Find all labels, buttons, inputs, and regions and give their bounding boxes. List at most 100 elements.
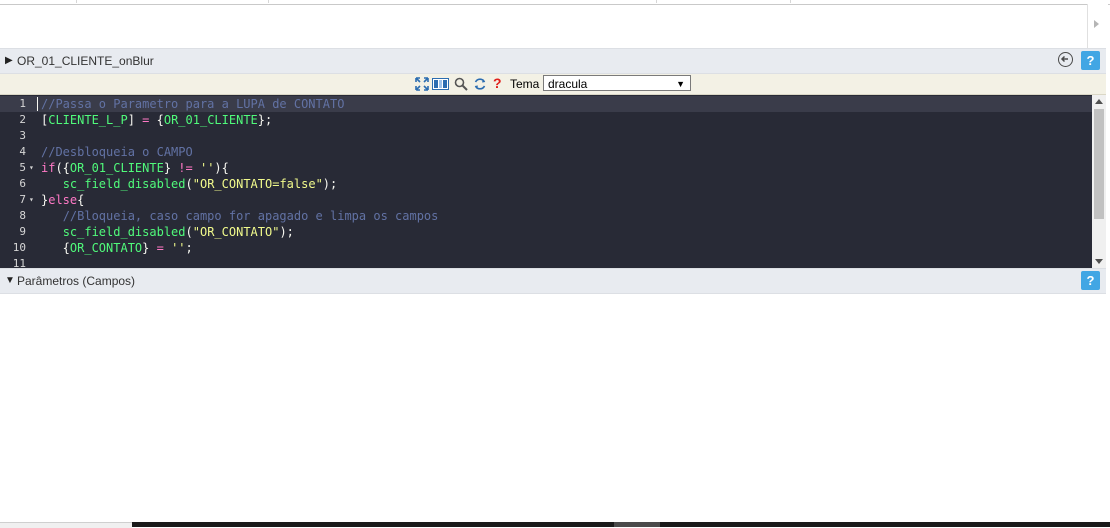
search-icon[interactable] bbox=[454, 77, 468, 91]
line-number: 4 bbox=[19, 145, 26, 158]
code-token: ({ bbox=[55, 161, 70, 175]
expand-triangle-icon: ▶ bbox=[5, 55, 13, 66]
code-token: CLIENTE_L_P bbox=[48, 113, 128, 127]
code-token: ); bbox=[279, 225, 294, 239]
chevron-right-icon bbox=[1094, 20, 1099, 28]
line-number: 1 bbox=[19, 97, 26, 110]
code-token: if bbox=[41, 161, 56, 175]
scroll-thumb[interactable] bbox=[1094, 109, 1104, 219]
scroll-down-arrow-icon[interactable] bbox=[1095, 259, 1103, 264]
event-section-header[interactable]: ▶ OR_01_CLIENTE_onBlur ? bbox=[0, 48, 1106, 74]
code-token: != bbox=[178, 161, 193, 175]
code-token: ( bbox=[185, 225, 193, 239]
code-text: //Passa o Parametro para a LUPA de CONTA… bbox=[41, 96, 344, 112]
back-button[interactable] bbox=[1058, 52, 1073, 67]
code-token: //Bloqueia, caso campo for apagado e lim… bbox=[62, 209, 439, 223]
bottom-left-strip bbox=[0, 522, 132, 528]
line-number: 3 bbox=[19, 129, 26, 142]
code-line[interactable]: 11 bbox=[0, 256, 1092, 268]
code-text: if({OR_01_CLIENTE} != ''){ bbox=[41, 160, 229, 176]
code-token: OR_01_CLIENTE bbox=[69, 161, 164, 175]
event-title: OR_01_CLIENTE_onBlur bbox=[17, 54, 154, 68]
help-icon[interactable]: ? bbox=[493, 75, 502, 91]
code-text: //Bloqueia, caso campo for apagado e lim… bbox=[41, 208, 439, 224]
code-line[interactable]: 7 ▾ }else{ bbox=[0, 192, 1092, 208]
code-editor[interactable]: 1 //Passa o Parametro para a LUPA de CONT… bbox=[0, 95, 1092, 268]
params-section-header[interactable]: ▼ Parâmetros (Campos) ? bbox=[0, 268, 1106, 294]
line-number: 6 bbox=[19, 177, 26, 190]
params-help-button[interactable]: ? bbox=[1081, 271, 1100, 290]
top-tab-strip bbox=[0, 0, 1110, 5]
code-line[interactable]: 9 sc_field_disabled("OR_CONTATO"); bbox=[0, 224, 1092, 240]
code-token: sc_field_disabled bbox=[62, 177, 186, 191]
code-token: ( bbox=[185, 177, 193, 191]
line-number: 5 bbox=[19, 161, 26, 174]
code-text: [CLIENTE_L_P] = {OR_01_CLIENTE}; bbox=[41, 112, 272, 128]
refresh-icon[interactable] bbox=[473, 77, 487, 91]
code-line[interactable]: 2 [CLIENTE_L_P] = {OR_01_CLIENTE}; bbox=[0, 112, 1092, 128]
columns-icon[interactable] bbox=[432, 77, 449, 91]
fold-arrow-icon[interactable]: ▾ bbox=[29, 192, 34, 208]
fullscreen-icon[interactable] bbox=[415, 77, 429, 91]
theme-select-value: dracula bbox=[548, 77, 588, 91]
code-line[interactable]: 5 ▾ if({OR_01_CLIENTE} != ''){ bbox=[0, 160, 1092, 176]
line-number: 9 bbox=[19, 225, 26, 238]
code-token: OR_CONTATO bbox=[69, 241, 143, 255]
line-number: 8 bbox=[19, 209, 26, 222]
collapse-triangle-icon: ▼ bbox=[5, 275, 15, 286]
code-text: }else{ bbox=[41, 192, 84, 208]
line-number: 2 bbox=[19, 113, 26, 126]
code-token: }; bbox=[257, 113, 273, 127]
code-text: {OR_CONTATO} = ''; bbox=[41, 240, 193, 256]
chevron-down-icon: ▼ bbox=[676, 79, 685, 89]
code-token: sc_field_disabled bbox=[62, 225, 186, 239]
taskbar-edge bbox=[132, 522, 1110, 527]
circle-arrow-left-icon bbox=[1060, 55, 1068, 63]
editor-toolbar: ? Tema dracula ▼ bbox=[0, 74, 1106, 95]
code-token: ); bbox=[322, 177, 338, 191]
code-token: } bbox=[142, 241, 157, 255]
taskbar-active-segment bbox=[614, 522, 660, 527]
code-line[interactable]: 10 {OR_CONTATO} = ''; bbox=[0, 240, 1092, 256]
line-number: 10 bbox=[12, 241, 26, 254]
code-token: //Desbloqueia o CAMPO bbox=[41, 145, 193, 159]
code-token: { bbox=[77, 193, 85, 207]
code-token: OR_01_CLIENTE bbox=[163, 113, 258, 127]
code-text: sc_field_disabled("OR_CONTATO=false"); bbox=[41, 176, 338, 192]
theme-label: Tema bbox=[510, 77, 540, 91]
code-token: "OR_CONTATO" bbox=[192, 225, 280, 239]
code-line[interactable]: 1 //Passa o Parametro para a LUPA de CONT… bbox=[0, 96, 1092, 112]
scroll-up-arrow-icon[interactable] bbox=[1095, 99, 1103, 104]
line-number: 7 bbox=[19, 193, 26, 206]
line-number: 11 bbox=[12, 257, 26, 268]
code-line[interactable]: 4 //Desbloqueia o CAMPO bbox=[0, 144, 1092, 160]
code-token: ){ bbox=[214, 161, 229, 175]
code-token: = bbox=[156, 241, 164, 255]
text-cursor bbox=[37, 97, 38, 111]
theme-select[interactable]: dracula ▼ bbox=[543, 75, 691, 91]
code-token: "OR_CONTATO=false" bbox=[192, 177, 323, 191]
code-line[interactable]: 6 sc_field_disabled("OR_CONTATO=false"); bbox=[0, 176, 1092, 192]
code-token: { bbox=[41, 241, 70, 255]
code-token: else bbox=[48, 193, 78, 207]
code-text: sc_field_disabled("OR_CONTATO"); bbox=[41, 224, 294, 240]
code-token: } bbox=[163, 161, 179, 175]
code-line[interactable]: 3 bbox=[0, 128, 1092, 144]
code-line[interactable]: 8 //Bloqueia, caso campo for apagado e l… bbox=[0, 208, 1092, 224]
code-token: '' bbox=[199, 161, 215, 175]
params-title: Parâmetros (Campos) bbox=[17, 274, 136, 288]
fold-arrow-icon[interactable]: ▾ bbox=[29, 160, 34, 176]
editor-vertical-scrollbar[interactable] bbox=[1092, 95, 1106, 268]
event-help-button[interactable]: ? bbox=[1081, 51, 1100, 70]
code-text: //Desbloqueia o CAMPO bbox=[41, 144, 193, 160]
code-token: '' bbox=[171, 241, 186, 255]
code-token: { bbox=[149, 113, 164, 127]
code-token: ; bbox=[185, 241, 193, 255]
code-token: ] bbox=[127, 113, 143, 127]
scroll-right-button[interactable] bbox=[1087, 4, 1108, 48]
